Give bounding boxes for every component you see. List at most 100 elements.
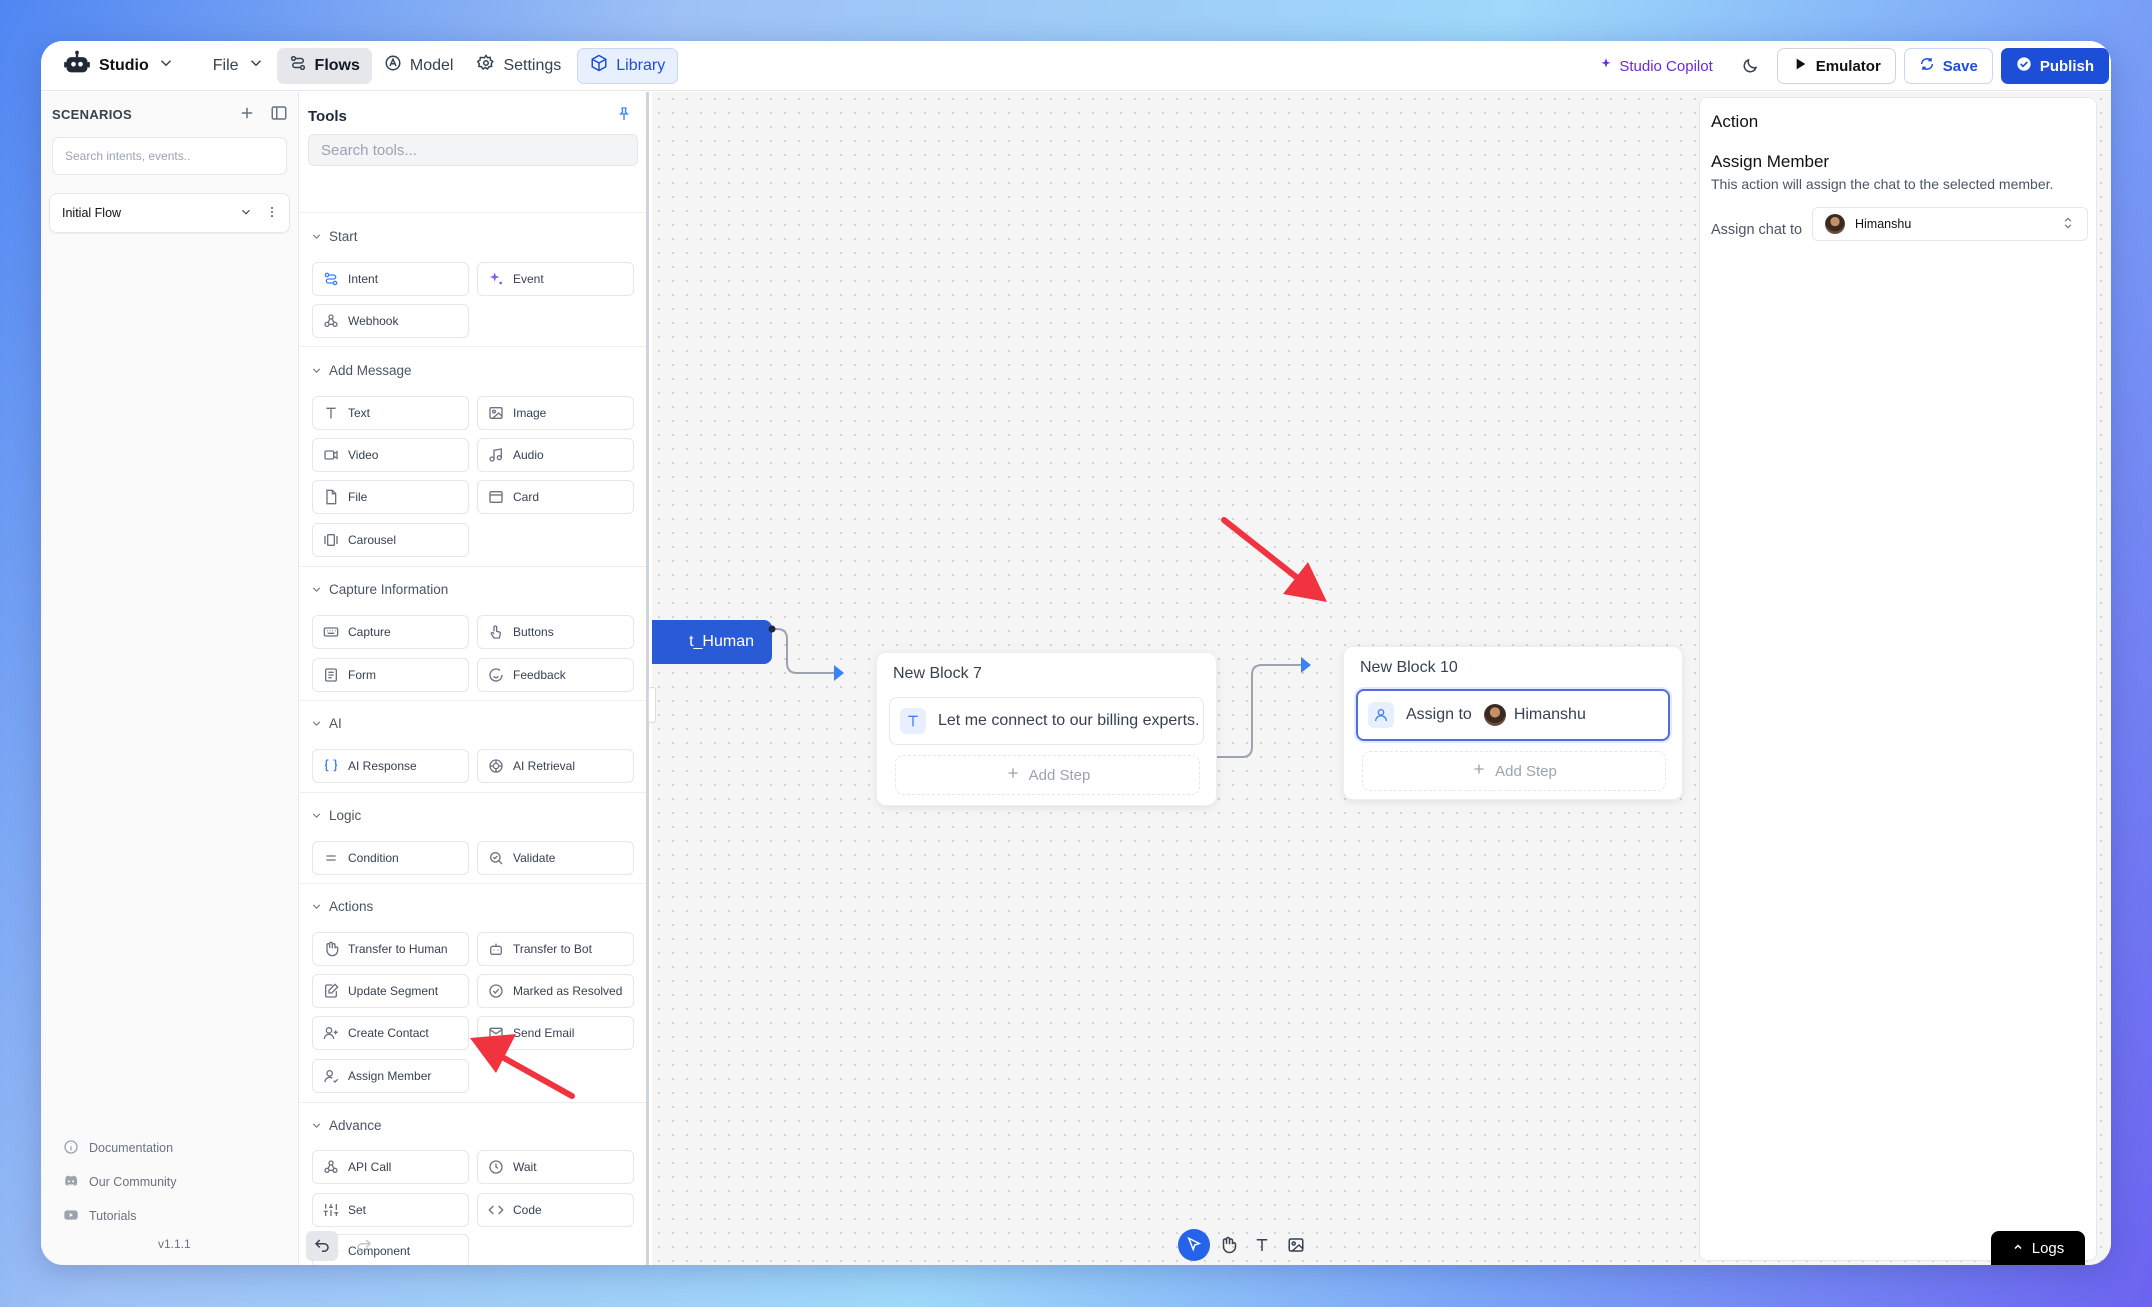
flow-canvas[interactable]: t_Human New Block 7 Let me connect to ou… (648, 92, 2111, 1265)
panel-title: Assign Member (1711, 152, 1830, 171)
redo-icon[interactable] (348, 1231, 380, 1261)
section-label: AI (329, 716, 342, 731)
section-title-advance[interactable]: Advance (310, 1118, 382, 1133)
sidebar-toggle-icon[interactable] (270, 104, 288, 125)
section-start (300, 212, 646, 213)
tool-create-contact[interactable]: Create Contact (312, 1016, 469, 1050)
tab-settings[interactable]: Settings (465, 48, 573, 84)
youtube-icon (63, 1207, 79, 1226)
text-step[interactable]: Let me connect to our billing experts. (889, 697, 1204, 745)
tool-card[interactable]: Card (477, 480, 634, 514)
tool-audio[interactable]: Audio (477, 438, 634, 472)
app-window: Studio File Flows Model Settings Library… (41, 41, 2111, 1265)
tool-text[interactable]: Text (312, 396, 469, 430)
tool-ai-response[interactable]: AI Response (312, 749, 469, 783)
tool-label: Intent (348, 272, 379, 286)
tool-wait[interactable]: Wait (477, 1150, 634, 1184)
tool-transfer-to-bot[interactable]: Transfer to Bot (477, 932, 634, 966)
tool-label: Audio (513, 448, 544, 462)
logs-button[interactable]: Logs (1991, 1231, 2085, 1265)
add-step-button[interactable]: Add Step (1362, 751, 1666, 791)
more-vertical-icon[interactable] (265, 205, 279, 222)
tab-model[interactable]: Model (372, 48, 466, 84)
file-menu[interactable]: File (201, 48, 277, 84)
tool-label: Capture (348, 625, 391, 639)
tool-label: Image (513, 406, 547, 420)
model-label: Model (409, 56, 454, 74)
tool-validate[interactable]: Validate (477, 841, 634, 875)
tool-label: Create Contact (348, 1026, 429, 1040)
tools-header: Tools (300, 92, 646, 126)
moon-icon[interactable] (1731, 57, 1769, 75)
section-title-start[interactable]: Start (310, 229, 358, 244)
tool-set[interactable]: Set (312, 1193, 469, 1227)
tool-label: Code (513, 1203, 542, 1217)
section-title-capture[interactable]: Capture Information (310, 582, 448, 597)
tool-webhook[interactable]: Webhook (312, 304, 469, 338)
plus-icon[interactable] (238, 104, 256, 125)
tool-buttons[interactable]: Buttons (477, 615, 634, 649)
save-label: Save (1942, 57, 1978, 75)
section-title-add-message[interactable]: Add Message (310, 363, 412, 378)
tool-image[interactable]: Image (477, 396, 634, 430)
hand-icon[interactable] (1212, 1229, 1244, 1261)
section-title-ai[interactable]: AI (310, 716, 342, 731)
tool-update-segment[interactable]: Update Segment (312, 974, 469, 1008)
flow-item-initial[interactable]: Initial Flow (49, 193, 290, 233)
section-title-logic[interactable]: Logic (310, 808, 361, 823)
plus-icon (1471, 761, 1487, 781)
publish-button[interactable]: Publish (2000, 48, 2109, 84)
tool-send-email[interactable]: Send Email (477, 1016, 634, 1050)
chevron-down-icon[interactable] (239, 205, 253, 222)
tab-flows[interactable]: Flows (276, 47, 372, 84)
tool-transfer-to-human[interactable]: Transfer to Human (312, 932, 469, 966)
tool-capture[interactable]: Capture (312, 615, 469, 649)
tool-label: Send Email (513, 1026, 575, 1040)
section-logic (300, 792, 646, 793)
tool-code[interactable]: Code (477, 1193, 634, 1227)
tool-label: Condition (348, 851, 399, 865)
tool-event[interactable]: Event (477, 262, 634, 296)
block-7[interactable]: New Block 7 Let me connect to our billin… (876, 652, 1217, 806)
pointer-icon[interactable] (1178, 1229, 1210, 1261)
add-step-label: Add Step (1028, 766, 1091, 784)
tool-ai-retrieval[interactable]: AI Retrieval (477, 749, 634, 783)
image-tool-icon[interactable] (1280, 1229, 1312, 1261)
tool-video[interactable]: Video (312, 438, 469, 472)
member-select[interactable]: Himanshu (1812, 207, 2088, 241)
scenario-search-input[interactable]: Search intents, events.. (52, 137, 287, 175)
file-label: File (212, 56, 239, 74)
pin-icon[interactable] (616, 106, 632, 126)
tool-label: Set (348, 1203, 367, 1217)
section-title-actions[interactable]: Actions (310, 899, 373, 914)
version-label: v1.1.1 (158, 1237, 191, 1251)
block-10[interactable]: New Block 10 Assign to Himanshu Add Step (1343, 646, 1683, 800)
tool-file[interactable]: File (312, 480, 469, 514)
community-link[interactable]: Our Community (63, 1165, 191, 1199)
save-button[interactable]: Save (1903, 48, 1993, 84)
tutorials-link[interactable]: Tutorials (63, 1199, 191, 1233)
avatar (1825, 214, 1845, 234)
section-label: Add Message (329, 363, 412, 378)
tool-carousel[interactable]: Carousel (312, 523, 469, 557)
tools-search-input[interactable]: Search tools... (308, 134, 638, 166)
studio-menu[interactable]: Studio (51, 48, 187, 84)
tool-condition[interactable]: Condition (312, 841, 469, 875)
add-step-button[interactable]: Add Step (895, 755, 1200, 795)
tool-intent[interactable]: Intent (312, 262, 469, 296)
tool-form[interactable]: Form (312, 658, 469, 692)
tool-feedback[interactable]: Feedback (477, 658, 634, 692)
tool-assign-member[interactable]: Assign Member (312, 1059, 469, 1093)
studio-copilot-button[interactable]: Studio Copilot (1589, 57, 1722, 75)
tools-title: Tools (308, 107, 347, 125)
tab-library[interactable]: Library (577, 47, 679, 84)
assign-step[interactable]: Assign to Himanshu (1356, 689, 1670, 741)
tool-marked-as-resolved[interactable]: Marked as Resolved (477, 974, 634, 1008)
text-tool-icon[interactable] (1246, 1229, 1278, 1261)
documentation-link[interactable]: Documentation (63, 1131, 191, 1165)
section-label: Actions (329, 899, 374, 914)
tool-api-call[interactable]: API Call (312, 1150, 469, 1184)
undo-icon[interactable] (306, 1231, 338, 1261)
flows-icon (289, 54, 307, 77)
emulator-button[interactable]: Emulator (1776, 48, 1896, 84)
